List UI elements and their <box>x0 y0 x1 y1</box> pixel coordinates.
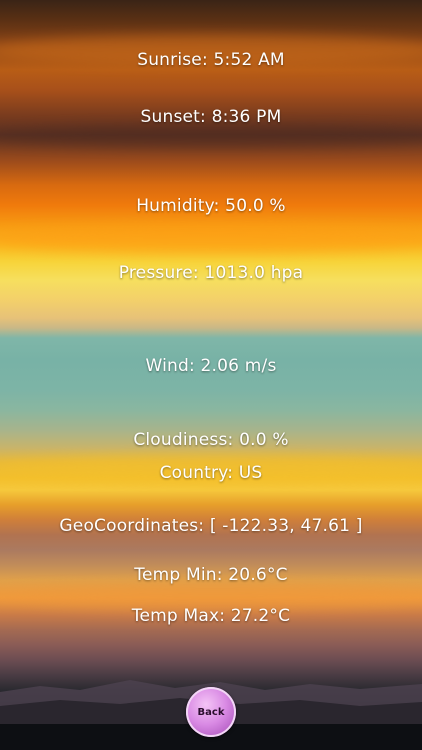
wind-text: Wind: 2.06 m/s <box>145 356 277 376</box>
cloudiness-text: Cloudiness: 0.0 % <box>133 430 289 450</box>
geocoordinates-text: GeoCoordinates: [ -122.33, 47.61 ] <box>59 516 363 536</box>
humidity-text: Humidity: 50.0 % <box>136 196 286 216</box>
temp-min-text: Temp Min: 20.6°C <box>134 565 288 585</box>
country-text: Country: US <box>159 463 263 483</box>
back-button[interactable]: Back <box>186 687 236 737</box>
sunrise-text: Sunrise: 5:52 AM <box>137 50 285 70</box>
sunset-background: Sunrise: 5:52 AM Sunset: 8:36 PM Humidit… <box>0 0 422 750</box>
back-button-label: Back <box>197 706 225 718</box>
cloud-streak <box>0 225 422 253</box>
cloud-streak <box>0 125 422 147</box>
pressure-text: Pressure: 1013.0 hpa <box>118 263 304 283</box>
temp-max-text: Temp Max: 27.2°C <box>131 606 291 626</box>
sunset-text: Sunset: 8:36 PM <box>140 107 282 127</box>
